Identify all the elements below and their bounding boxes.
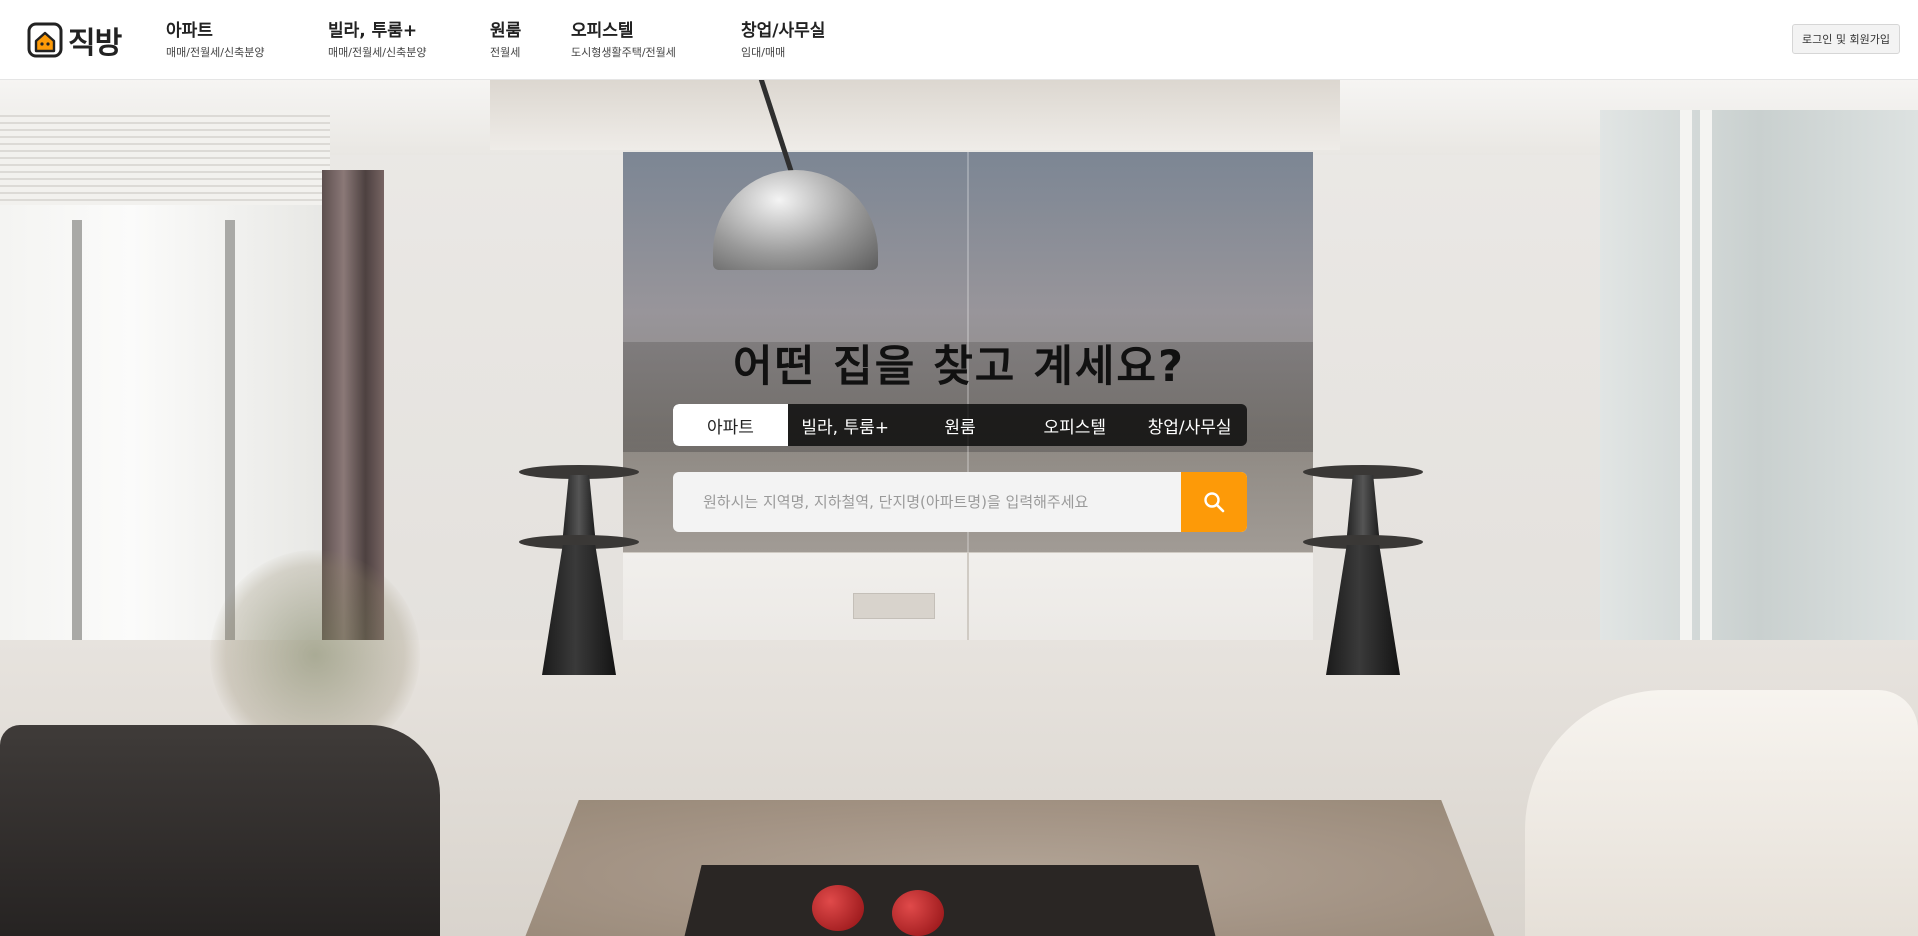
hero-wall-vent	[853, 593, 935, 619]
hero-speaker-left	[519, 465, 639, 680]
tab-villa[interactable]: 빌라, 투룸+	[788, 404, 903, 446]
nav-subtitle: 전월세	[490, 46, 521, 59]
site-logo[interactable]: 직방	[26, 20, 122, 61]
hero-speaker-right	[1303, 465, 1423, 680]
nav-item-villa[interactable]: 빌라, 투룸+ 매매/전월세/신축분양	[328, 20, 427, 61]
search-box	[673, 472, 1247, 532]
hero-sofa-left	[0, 725, 440, 936]
search-icon	[1204, 492, 1225, 513]
nav-subtitle: 매매/전월세/신축분양	[328, 46, 427, 59]
hero-sofa-right	[1525, 690, 1918, 936]
tab-apartment[interactable]: 아파트	[673, 404, 788, 446]
tab-officetel[interactable]: 오피스텔	[1017, 404, 1132, 446]
property-type-tabs: 아파트 빌라, 투룸+ 원룸 오피스텔 창업/사무실	[673, 404, 1247, 446]
hero-headline: 어떤 집을 찾고 계세요?	[733, 342, 1185, 392]
tab-office[interactable]: 창업/사무실	[1132, 404, 1247, 446]
nav-title: 아파트	[166, 21, 213, 41]
hero-coffee-table	[680, 865, 1220, 936]
nav-title: 원룸	[490, 21, 522, 41]
nav-title: 창업/사무실	[741, 21, 826, 41]
house-logo-icon	[27, 22, 63, 58]
hero-vase	[892, 890, 944, 936]
nav-item-apartment[interactable]: 아파트 매매/전월세/신축분양	[166, 20, 265, 61]
nav-title: 빌라, 투룸+	[328, 21, 418, 41]
tab-oneroom[interactable]: 원룸	[903, 404, 1018, 446]
nav-subtitle: 도시형생활주택/전월세	[571, 46, 676, 59]
nav-title: 오피스텔	[571, 21, 634, 41]
search-button[interactable]	[1181, 472, 1247, 532]
top-header: 직방 아파트 매매/전월세/신축분양 빌라, 투룸+ 매매/전월세/신축분양 원…	[0, 0, 1918, 80]
hero-vase	[812, 885, 864, 931]
nav-subtitle: 매매/전월세/신축분양	[166, 46, 265, 59]
hero-speaker-body	[542, 545, 616, 675]
search-input[interactable]	[673, 472, 1181, 532]
login-signup-button[interactable]: 로그인 및 회원가입	[1792, 24, 1900, 54]
hero-speaker-body	[1326, 545, 1400, 675]
nav-item-officetel[interactable]: 오피스텔 도시형생활주택/전월세	[571, 20, 676, 61]
hero-ceiling-recess	[490, 80, 1340, 150]
nav-item-oneroom[interactable]: 원룸 전월세	[490, 20, 521, 61]
hero-blind	[0, 110, 330, 205]
nav-item-office[interactable]: 창업/사무실 임대/매매	[741, 20, 825, 61]
logo-text: 직방	[68, 26, 122, 61]
nav-subtitle: 임대/매매	[741, 46, 786, 59]
